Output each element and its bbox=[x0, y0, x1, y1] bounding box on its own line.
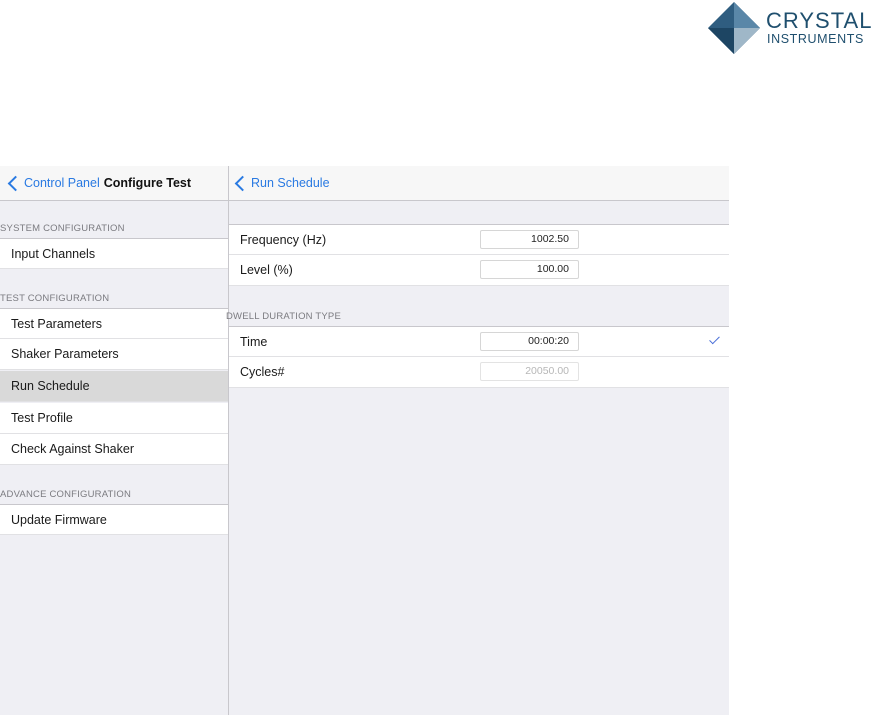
back-run-schedule-button[interactable]: Run Schedule bbox=[251, 176, 330, 190]
sidebar-item-label: Run Schedule bbox=[11, 379, 90, 393]
dwell-option-time[interactable]: Time 00:00:20 bbox=[229, 326, 729, 357]
section-header-test: TEST CONFIGURATION bbox=[0, 293, 110, 304]
cycles-label: Cycles# bbox=[240, 365, 285, 379]
level-label: Level (%) bbox=[240, 263, 293, 277]
sidebar-item-label: Update Firmware bbox=[11, 512, 107, 527]
sidebar-item-check-against-shaker[interactable]: Check Against Shaker bbox=[0, 434, 228, 465]
frequency-label: Frequency (Hz) bbox=[240, 232, 327, 247]
right-pane: Run Schedule Frequency (Hz) 1002.50 Leve… bbox=[226, 166, 729, 715]
sidebar-item-update-firmware[interactable]: Update Firmware bbox=[0, 504, 228, 535]
sidebar-item-test-profile[interactable]: Test Profile bbox=[0, 403, 228, 434]
logo-word-instruments: INSTRUMENTS bbox=[767, 32, 864, 46]
back-control-panel-button[interactable]: Control Panel bbox=[24, 176, 100, 190]
section-header-dwell: DWELL DURATION TYPE bbox=[226, 311, 342, 322]
chevron-left-icon[interactable] bbox=[7, 175, 24, 191]
sidebar-item-label: Test Parameters bbox=[11, 316, 103, 331]
sidebar-item-test-parameters[interactable]: Test Parameters bbox=[0, 308, 228, 339]
level-field[interactable]: 100.00 bbox=[480, 260, 579, 279]
diamond-logo-icon bbox=[708, 2, 760, 54]
dwell-option-cycles[interactable]: Cycles# 20050.00 bbox=[229, 357, 729, 388]
time-label: Time bbox=[240, 334, 268, 349]
frequency-row: Frequency (Hz) 1002.50 bbox=[229, 224, 729, 255]
cycles-field[interactable]: 20050.00 bbox=[480, 362, 579, 381]
logo-word-crystal: CRYSTAL bbox=[766, 8, 873, 33]
page-title: Configure Test bbox=[103, 176, 192, 190]
frequency-field[interactable]: 1002.50 bbox=[480, 230, 579, 249]
sidebar-item-run-schedule[interactable]: Run Schedule bbox=[0, 371, 228, 402]
chevron-left-icon[interactable] bbox=[234, 175, 251, 191]
sidebar-item-label: Input Channels bbox=[11, 246, 96, 261]
time-field[interactable]: 00:00:20 bbox=[480, 332, 579, 351]
app-window: Control Panel Configure Test SYSTEM CONF… bbox=[0, 166, 729, 715]
right-navbar: Run Schedule bbox=[229, 166, 729, 201]
sidebar-item-label: Check Against Shaker bbox=[11, 442, 134, 456]
sidebar-item-shaker-parameters[interactable]: Shaker Parameters bbox=[0, 339, 228, 370]
section-header-system: SYSTEM CONFIGURATION bbox=[0, 223, 125, 234]
left-navbar: Control Panel Configure Test bbox=[0, 166, 228, 201]
sidebar-item-input-channels[interactable]: Input Channels bbox=[0, 238, 228, 269]
section-header-advance: ADVANCE CONFIGURATION bbox=[0, 489, 132, 500]
sidebar-item-label: Test Profile bbox=[11, 411, 73, 425]
left-pane: Control Panel Configure Test SYSTEM CONF… bbox=[0, 166, 229, 715]
checkmark-icon bbox=[709, 333, 720, 345]
level-row: Level (%) 100.00 bbox=[229, 255, 729, 286]
crystal-instruments-logo: CRYSTAL INSTRUMENTS bbox=[706, 2, 878, 54]
sidebar-item-label: Shaker Parameters bbox=[11, 347, 119, 361]
